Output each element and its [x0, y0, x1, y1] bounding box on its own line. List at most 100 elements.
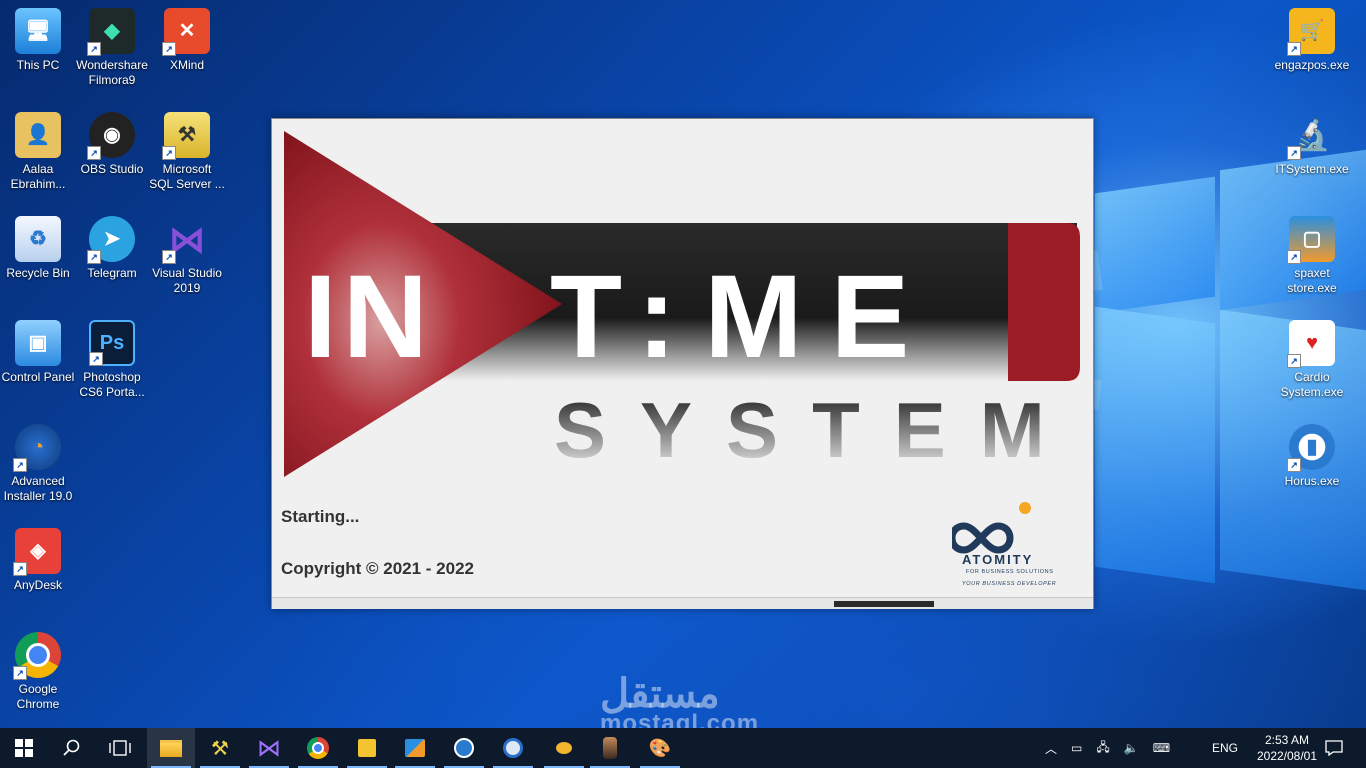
- logo-text-in: IN: [304, 251, 434, 383]
- desktop-icon-this-pc[interactable]: 🖥 This PC: [0, 8, 76, 73]
- sticky-notes-icon: [358, 739, 376, 757]
- taskbar-visual-studio[interactable]: ⋈: [245, 728, 293, 768]
- desktop-icon-label: Visual Studio 2019: [152, 266, 222, 295]
- horus-icon: [454, 738, 474, 758]
- task-view-button[interactable]: [96, 728, 144, 768]
- chart-icon: ▮ ↗: [1287, 424, 1335, 472]
- desktop-icon-recycle-bin[interactable]: ♻ Recycle Bin: [0, 216, 76, 281]
- splash-status-text: Starting...: [281, 507, 360, 526]
- desktop-icon-label: Cardio System.exe: [1280, 370, 1344, 399]
- desktop-icon-label: engazpos.exe: [1274, 58, 1350, 72]
- taskbar-user-app[interactable]: [586, 728, 634, 768]
- anydesk-icon: ◈ ↗: [13, 528, 61, 576]
- spaxet-icon: [405, 739, 425, 757]
- atomity-logo: ATOMITY FOR BUSINESS SOLUTIONS YOUR BUSI…: [952, 502, 1056, 587]
- desktop-icon-control-panel[interactable]: ▣ Control Panel: [0, 320, 76, 385]
- system-tray: ︿ ▭ 🖧 🔈 ⌨: [1045, 728, 1215, 768]
- intime-logo: IN T:ME SYSTEM: [284, 131, 1080, 477]
- visual-studio-icon: ⋈ ↗: [162, 216, 210, 264]
- taskbar-splash-app[interactable]: [540, 728, 588, 768]
- computer-icon: 🖥: [15, 8, 61, 54]
- network-icon[interactable]: 🖧: [1096, 738, 1109, 759]
- windows-start-icon: [15, 739, 33, 757]
- start-button[interactable]: [0, 728, 48, 768]
- desktop-icon-anydesk[interactable]: ◈ ↗ AnyDesk: [0, 528, 76, 593]
- control-panel-icon: ▣: [15, 320, 61, 366]
- atomity-tagline: YOUR BUSINESS DEVELOPER: [962, 581, 1056, 587]
- desktop-icon-sql-server[interactable]: ⚒ ↗ Microsoft SQL Server ...: [149, 112, 225, 192]
- desktop-icon-label: Microsoft SQL Server ...: [149, 162, 225, 191]
- language-label: ENG: [1212, 741, 1239, 755]
- desktop-icon-label: Horus.exe: [1284, 474, 1340, 488]
- desktop-icon-obs[interactable]: ◉ ↗ OBS Studio: [74, 112, 150, 177]
- obs-icon: ◉ ↗: [87, 112, 135, 160]
- desktop-icon-label: OBS Studio: [80, 162, 144, 176]
- desktop-icon-label: ITSystem.exe: [1275, 162, 1349, 176]
- splash-window: IN T:ME SYSTEM Starting... Copyright © 2…: [271, 118, 1094, 609]
- desktop-icon-filmora[interactable]: ◆ ↗ Wondershare Filmora9: [74, 8, 150, 88]
- search-icon: [63, 739, 80, 756]
- telegram-icon: ➤ ↗: [87, 216, 135, 264]
- task-view-icon: [109, 740, 131, 756]
- app-icon: [503, 738, 523, 758]
- sql-server-icon: ⚒: [211, 737, 229, 760]
- user-app-icon: [603, 737, 617, 759]
- atomity-name: ATOMITY: [962, 552, 1033, 567]
- notifications-button[interactable]: [1310, 728, 1358, 768]
- taskbar-sticky-notes[interactable]: [343, 728, 391, 768]
- taskbar-file-explorer[interactable]: [147, 728, 195, 768]
- taskbar-paint[interactable]: 🎨: [636, 728, 684, 768]
- desktop-icon-label: Google Chrome: [16, 682, 60, 711]
- taskbar-horus[interactable]: [440, 728, 488, 768]
- taskbar: ⚒ ⋈ 🎨 ︿ ▭ 🖧 🔈 ⌨ ENG 2:53 AM 2022/08/01: [0, 728, 1366, 768]
- heart-icon: ♥ ↗: [1287, 320, 1335, 368]
- desktop-icon-itsystem[interactable]: 🔬 ↗ ITSystem.exe: [1274, 112, 1350, 177]
- desktop-icon-xmind[interactable]: ✕ ↗ XMind: [149, 8, 225, 73]
- desktop-icon-spaxet[interactable]: ▢ ↗ spaxet store.exe: [1274, 216, 1350, 296]
- microscope-icon: 🔬 ↗: [1287, 112, 1335, 160]
- taskbar-chrome[interactable]: [294, 728, 342, 768]
- splash-progress-fill: [834, 601, 934, 607]
- search-button[interactable]: [48, 728, 96, 768]
- volume-icon[interactable]: 🔈: [1124, 741, 1139, 755]
- desktop-icon-label: Telegram: [87, 266, 137, 280]
- notification-icon: [1325, 740, 1343, 756]
- keyboard-icon[interactable]: ⌨: [1153, 741, 1170, 755]
- taskbar-spaxet[interactable]: [391, 728, 439, 768]
- desktop-icon-telegram[interactable]: ➤ ↗ Telegram: [74, 216, 150, 281]
- desktop-icon-horus[interactable]: ▮ ↗ Horus.exe: [1274, 424, 1350, 489]
- chrome-icon: ↗: [13, 632, 61, 680]
- recycle-bin-icon: ♻: [15, 216, 61, 262]
- desktop-icon-advanced-installer[interactable]: ◔ ↗ Advanced Installer 19.0: [0, 424, 76, 504]
- desktop-icon-label: Recycle Bin: [6, 266, 70, 280]
- store-icon: ▢ ↗: [1287, 216, 1335, 264]
- language-indicator[interactable]: ENG: [1212, 728, 1238, 768]
- taskbar-sql-server[interactable]: ⚒: [196, 728, 244, 768]
- atomity-infinity-mark: [952, 522, 1014, 554]
- desktop-icon-label: Wondershare Filmora9: [76, 58, 148, 87]
- desktop-icon-user-folder[interactable]: 👤 Aalaa Ebrahim...: [0, 112, 76, 192]
- desktop-icon-chrome[interactable]: ↗ Google Chrome: [0, 632, 76, 712]
- logo-text-system: SYSTEM: [554, 386, 1079, 474]
- desktop-icon-label: Advanced Installer 19.0: [3, 474, 73, 503]
- desktop-icon-photoshop[interactable]: Ps ↗ Photoshop CS6 Porta...: [74, 320, 150, 400]
- splash-progress-bar: [272, 597, 1093, 609]
- battery-icon[interactable]: ▭: [1071, 741, 1082, 755]
- user-folder-icon: 👤: [15, 112, 61, 158]
- logo-text-time: T:ME: [550, 251, 937, 383]
- chevron-up-icon[interactable]: ︿: [1045, 740, 1057, 757]
- logo-red-tab: [1008, 223, 1080, 381]
- desktop-icon-label: spaxet store.exe: [1287, 266, 1337, 295]
- desktop-icon-visual-studio[interactable]: ⋈ ↗ Visual Studio 2019: [149, 216, 225, 296]
- splash-app-icon: [556, 742, 572, 754]
- wallpaper-pane: [1095, 176, 1215, 314]
- filmora-icon: ◆ ↗: [87, 8, 135, 56]
- atomity-sub: FOR BUSINESS SOLUTIONS: [966, 569, 1053, 575]
- taskbar-app[interactable]: [489, 728, 537, 768]
- desktop-icon-engazpos[interactable]: 🛒 ↗ engazpos.exe: [1274, 8, 1350, 73]
- desktop-icon-cardio[interactable]: ♥ ↗ Cardio System.exe: [1274, 320, 1350, 400]
- advanced-installer-icon: ◔ ↗: [13, 424, 61, 472]
- atomity-dot: [1019, 502, 1031, 514]
- photoshop-icon: Ps ↗: [89, 320, 135, 366]
- desktop-icon-label: Photoshop CS6 Porta...: [79, 370, 145, 399]
